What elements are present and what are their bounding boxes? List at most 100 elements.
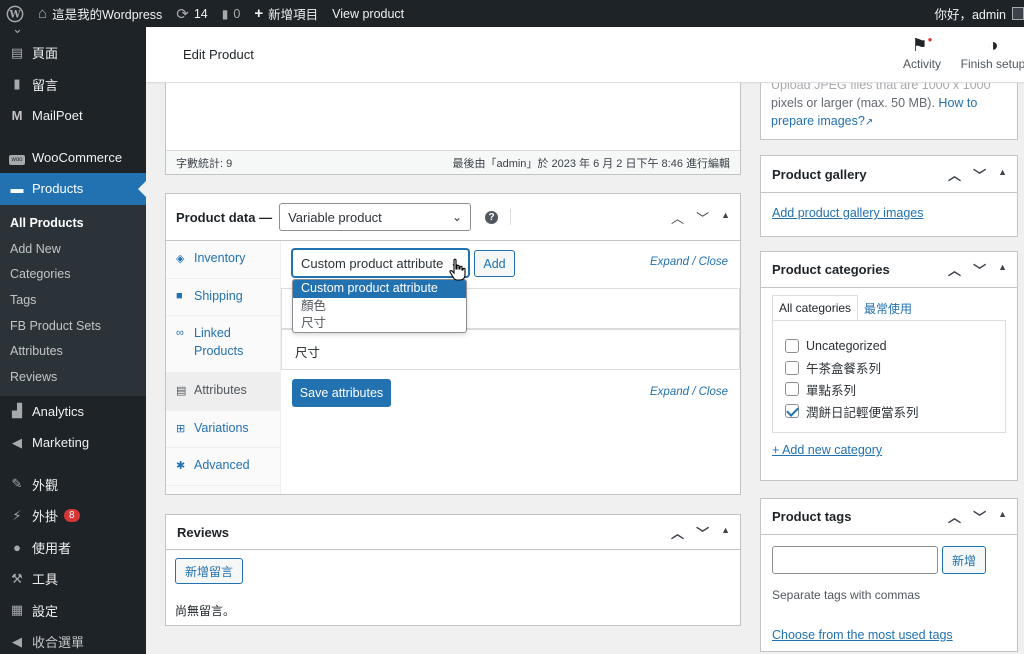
tab-linked-products[interactable]: ∞ Linked Products [166, 316, 280, 374]
move-down-icon[interactable]: ﹀ [973, 507, 986, 526]
home-icon: ⌂ [38, 5, 48, 22]
finish-setup-label: Finish setup [960, 57, 1024, 71]
attribute-dropdown-list: Custom product attribute 顏色 尺寸 [292, 279, 467, 333]
product-type-select[interactable]: Variable product ⌄ [279, 203, 472, 231]
sidebar-item-label: 收合選單 [32, 635, 85, 651]
sidebar-item-tools[interactable]: ⚒ 工具 [0, 563, 146, 595]
category-item[interactable]: 午茶盒餐系列 [785, 357, 1005, 379]
toggle-panel-icon[interactable]: ▲ [721, 210, 730, 227]
sidebar-collapse[interactable]: ◀ 收合選單 [0, 626, 146, 654]
sidebar-item-users[interactable]: ● 使用者 [0, 532, 146, 564]
attribute-type-select[interactable]: Custom product attribute ⌄ [292, 249, 469, 277]
view-product-link[interactable]: View product [325, 0, 411, 27]
product-data-header: Product data — Variable product ⌄ ? ︿ ﹀ … [166, 194, 740, 241]
divider [510, 209, 512, 225]
category-item[interactable]: Uncategorized [785, 335, 1005, 357]
page-title: Edit Product [183, 47, 254, 62]
plugins-icon: ⚡ [12, 507, 22, 523]
sidebar-item-appearance[interactable]: ✎ 外觀 [0, 469, 146, 501]
category-checkbox[interactable] [785, 360, 799, 375]
move-up-icon[interactable]: ︿ [948, 507, 961, 526]
attribute-row[interactable]: 尺寸 [281, 329, 740, 370]
sidebar-item-pages[interactable]: ▤ 頁面 [0, 37, 146, 69]
how-to-link[interactable]: How to [938, 96, 977, 110]
add-new-category-link[interactable]: + Add new category [772, 443, 882, 457]
prepare-images-link[interactable]: prepare images? [771, 114, 865, 128]
tab-all-categories[interactable]: All categories [772, 295, 859, 320]
comments-link[interactable]: ▮ 0 [215, 0, 248, 27]
category-label: 午茶盒餐系列 [806, 362, 882, 377]
add-gallery-images-link[interactable]: Add product gallery images [772, 206, 923, 220]
sidebar-item-mailpoet[interactable]: M MailPoet [0, 100, 146, 132]
submenu-reviews[interactable]: Reviews [0, 364, 146, 390]
my-account-link[interactable]: 你好，admin [927, 0, 1024, 27]
move-down-icon[interactable]: ﹀ [696, 523, 709, 542]
attribute-select-value: Custom product attribute [301, 255, 444, 271]
toggle-panel-icon[interactable]: ▲ [998, 167, 1007, 184]
tab-most-used[interactable]: 最常使用 [864, 300, 912, 317]
activity-label: Activity [902, 57, 941, 71]
move-down-icon[interactable]: ﹀ [696, 208, 709, 227]
move-up-icon[interactable]: ︿ [671, 523, 684, 542]
wordpress-logo-icon[interactable]: W [0, 0, 31, 27]
submenu-tags[interactable]: Tags [0, 287, 146, 313]
activity-button[interactable]: ⚑● Activity [894, 35, 950, 71]
submenu-attributes[interactable]: Attributes [0, 338, 146, 364]
new-content-link[interactable]: + 新增項目 [247, 0, 325, 27]
tab-inventory[interactable]: ◈ Inventory [166, 241, 280, 279]
product-tags-metabox: Product tags ︿ ﹀ ▲ 新增 Separate tags with… [760, 498, 1018, 652]
dropdown-option-custom[interactable]: Custom product attribute [293, 280, 466, 298]
finish-setup-button[interactable]: ◑ Finish setup [958, 35, 1024, 71]
plus-icon: + [254, 5, 264, 22]
tab-label: Linked Products [194, 326, 244, 359]
sidebar-item-marketing[interactable]: ◀ Marketing [0, 427, 146, 459]
toggle-panel-icon[interactable]: ▲ [998, 262, 1007, 279]
move-up-icon[interactable]: ︿ [948, 165, 961, 184]
choose-most-used-tags-link[interactable]: Choose from the most used tags [772, 628, 953, 642]
sidebar-item-plugins[interactable]: ⚡ 外掛 8 [0, 500, 146, 532]
category-checkbox[interactable] [785, 382, 799, 397]
sidebar-item-label: 外觀 [32, 477, 59, 493]
category-item[interactable]: 潤餅日記輕便當系列 [785, 400, 1005, 422]
move-down-icon[interactable]: ﹀ [973, 165, 986, 184]
admin-bar: W ⌂ 這是我的Wordpress ⟳ 14 ▮ 0 + 新增項目 View p… [0, 0, 1024, 27]
add-tag-button[interactable]: 新增 [942, 546, 986, 574]
tag-input[interactable] [772, 546, 938, 574]
comments-count: 0 [233, 6, 241, 21]
move-up-icon[interactable]: ︿ [671, 208, 684, 227]
move-up-icon[interactable]: ︿ [948, 260, 961, 279]
help-icon[interactable]: ? [485, 210, 499, 224]
submenu-add-new[interactable]: Add New [0, 236, 146, 262]
updates-link[interactable]: ⟳ 14 [169, 0, 214, 27]
product-categories-metabox: Product categories ︿ ﹀ ▲ All categories … [760, 251, 1018, 481]
tab-attributes[interactable]: ▤ Attributes [166, 373, 280, 411]
add-attribute-button[interactable]: Add [474, 250, 515, 277]
external-link-icon: ↗ [864, 117, 874, 128]
sidebar-item-comments[interactable]: ▮ 留言 [0, 69, 146, 101]
move-down-icon[interactable]: ﹀ [973, 260, 986, 279]
sidebar-item-woocommerce[interactable]: woo WooCommerce [0, 142, 146, 174]
toggle-panel-icon[interactable]: ▲ [998, 509, 1007, 526]
content-editor[interactable]: 字數統計: 9 最後由「admin」於 2023 年 6 月 2 日下午 8:4… [165, 83, 741, 175]
save-attributes-button[interactable]: Save attributes [292, 379, 391, 407]
category-item[interactable]: 單點系列 [785, 379, 1005, 401]
category-checkbox-checked[interactable] [785, 404, 799, 419]
submenu-all-products[interactable]: All Products [0, 211, 146, 237]
sidebar-item-settings[interactable]: ▦ 設定 [0, 595, 146, 627]
add-review-button[interactable]: 新增留言 [175, 558, 243, 584]
expand-close-link-top[interactable]: Expand / Close [650, 256, 728, 268]
dropdown-option-size[interactable]: 尺寸 [293, 315, 466, 333]
dropdown-option-color[interactable]: 顏色 [293, 298, 466, 316]
site-name-link[interactable]: ⌂ 這是我的Wordpress [31, 0, 169, 27]
tab-advanced[interactable]: ✱ Advanced [166, 448, 280, 486]
sidebar-item-products[interactable]: ▬ Products [0, 173, 146, 205]
sidebar-item-analytics[interactable]: ▟ Analytics [0, 396, 146, 428]
tab-variations[interactable]: ⊞ Variations [166, 411, 280, 449]
sidebar-item-label: WooCommerce [32, 149, 123, 165]
expand-close-link-bottom[interactable]: Expand / Close [650, 386, 728, 398]
submenu-fb-product-sets[interactable]: FB Product Sets [0, 313, 146, 339]
submenu-categories[interactable]: Categories [0, 262, 146, 288]
tab-shipping[interactable]: ■ Shipping [166, 279, 280, 317]
category-checkbox[interactable] [785, 338, 799, 353]
toggle-panel-icon[interactable]: ▲ [721, 525, 730, 542]
